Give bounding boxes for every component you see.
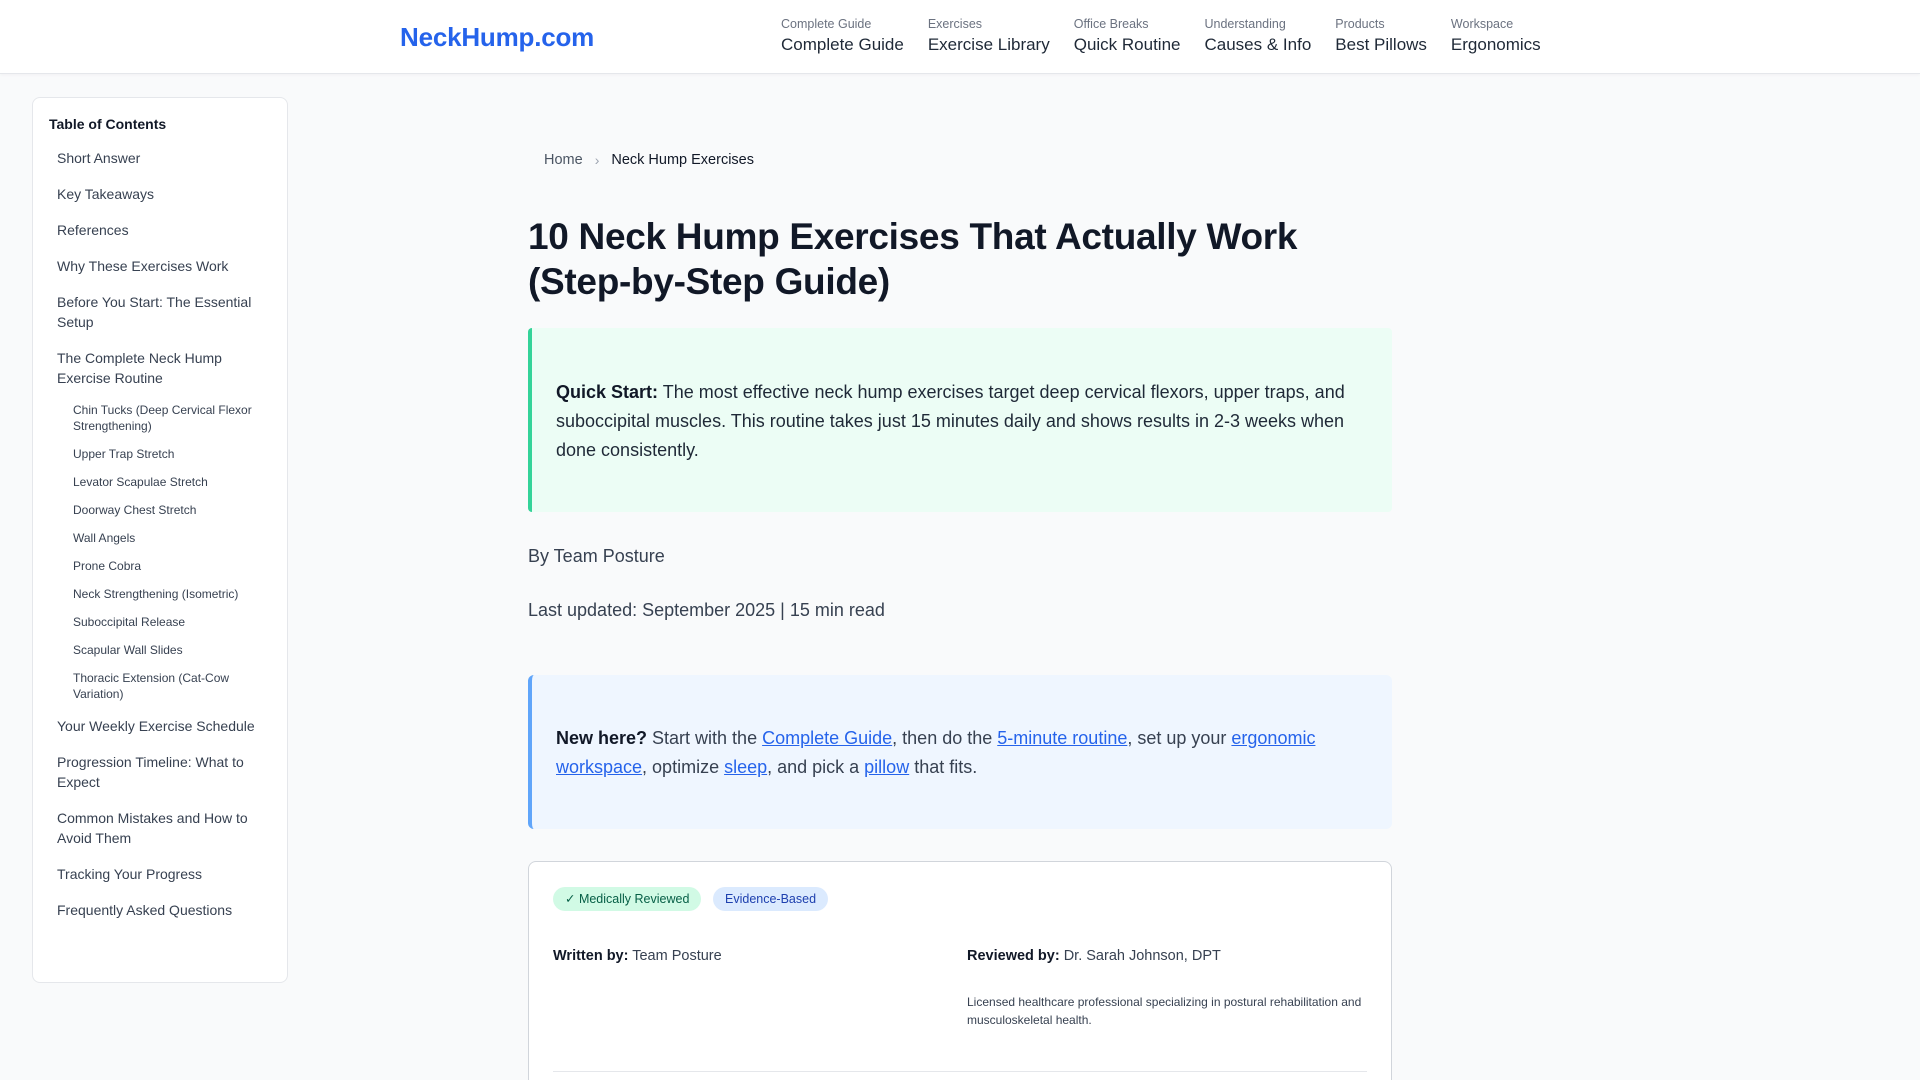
medically-reviewed-badge: ✓ Medically Reviewed [553,887,702,911]
chevron-right-icon: › [594,152,600,168]
nav-label: Exercise Library [927,35,1050,54]
main-nav: Complete Guide Complete Guide Exercises … [781,16,1541,57]
reviewer-description: Licensed healthcare professional special… [967,995,1362,1027]
toc-list: Short Answer Key Takeaways References Wh… [49,142,271,930]
page-title: 10 Neck Hump Exercises That Actually Wor… [528,216,1298,302]
nav-label: Quick Routine [1073,35,1181,54]
toc-subitem-wall-angels[interactable]: Wall Angels [49,526,271,554]
new-here-callout: New here? Start with the Complete Guide,… [528,675,1392,829]
toc-item-references[interactable]: References [49,214,271,250]
nav-label: Ergonomics [1450,35,1541,54]
nav-item-exercise-library[interactable]: Exercises Exercise Library [928,16,1050,57]
toc-item-common-mistakes[interactable]: Common Mistakes and How to Avoid Them [49,802,271,858]
author-byline: By Team Posture [528,546,665,566]
site-logo[interactable]: NeckHump.com [400,22,594,53]
toc-subitem-levator-scapulae[interactable]: Levator Scapulae Stretch [49,470,271,498]
toc-item-key-takeaways[interactable]: Key Takeaways [49,178,271,214]
toc-item-faq[interactable]: Frequently Asked Questions [49,894,271,930]
nav-label: Best Pillows [1335,35,1427,54]
toc-subitem-thoracic-extension[interactable]: Thoracic Extension (Cat-Cow Variation) [49,666,271,710]
evidence-based-badge: Evidence-Based [713,887,829,911]
pillow-link[interactable]: pillow [864,757,909,777]
new-here-text: , then do the [892,728,998,748]
quick-start-text: The most effective neck hump exercises t… [556,382,1345,460]
nav-kicker: Understanding [1204,17,1286,31]
review-card: ✓ Medically Reviewed Evidence-Based Writ… [528,861,1392,1080]
written-by-value: Team Posture [628,948,722,964]
toc-subitem-chin-tucks[interactable]: Chin Tucks (Deep Cervical Flexor Strengt… [49,398,271,442]
toc-subitem-doorway-chest-stretch[interactable]: Doorway Chest Stretch [49,498,271,526]
toc-subitem-neck-strengthening[interactable]: Neck Strengthening (Isometric) [49,582,271,610]
breadcrumb: Home › Neck Hump Exercises [544,152,754,168]
card-divider [553,1071,1367,1072]
breadcrumb-home-link[interactable]: Home [544,152,583,168]
new-here-text: Start with the [647,728,763,748]
toc-subitem-prone-cobra[interactable]: Prone Cobra [49,554,271,582]
nav-kicker: Office Breaks [1073,17,1149,31]
toc-title: Table of Contents [49,116,167,132]
reviewed-by-value: Dr. Sarah Johnson, DPT [1059,948,1221,964]
nav-item-causes-info[interactable]: Understanding Causes & Info [1205,16,1312,57]
complete-guide-link[interactable]: Complete Guide [762,728,892,748]
toc-subitem-suboccipital-release[interactable]: Suboccipital Release [49,610,271,638]
toc-item-progression-timeline[interactable]: Progression Timeline: What to Expect [49,746,271,802]
reviewed-by-label: Reviewed by: [967,948,1060,964]
toc-subitem-scapular-wall-slides[interactable]: Scapular Wall Slides [49,638,271,666]
toc-item-why-exercises-work[interactable]: Why These Exercises Work [49,250,271,286]
new-here-text: , and pick a [767,757,865,777]
toc-item-short-answer[interactable]: Short Answer [49,142,271,178]
last-updated: Last updated: September 2025 | 15 min re… [528,600,885,620]
written-by: Written by: Team Posture [553,948,722,964]
new-here-text: that fits. [909,757,978,777]
nav-label: Causes & Info [1204,35,1312,54]
nav-label: Complete Guide [781,35,904,54]
nav-kicker: Exercises [927,17,983,31]
toc-subitem-upper-trap-stretch[interactable]: Upper Trap Stretch [49,442,271,470]
toc-item-complete-routine[interactable]: The Complete Neck Hump Exercise Routine [49,342,271,398]
table-of-contents: Table of Contents Short Answer Key Takea… [32,97,288,983]
written-by-label: Written by: [553,948,629,964]
nav-kicker: Workspace [1450,17,1514,31]
new-here-text: , set up your [1127,728,1232,748]
nav-item-complete-guide[interactable]: Complete Guide Complete Guide [781,16,904,57]
new-here-label: New here? [556,728,648,748]
new-here-text: , optimize [642,757,725,777]
nav-item-ergonomics[interactable]: Workspace Ergonomics [1451,16,1541,57]
toc-item-weekly-schedule[interactable]: Your Weekly Exercise Schedule [49,710,271,746]
five-minute-routine-link[interactable]: 5-minute routine [997,728,1127,748]
quick-start-label: Quick Start: [556,382,659,402]
toc-item-before-you-start[interactable]: Before You Start: The Essential Setup [49,286,271,342]
nav-item-quick-routine[interactable]: Office Breaks Quick Routine [1074,16,1181,57]
breadcrumb-current: Neck Hump Exercises [611,152,754,168]
nav-kicker: Products [1335,17,1385,31]
quick-start-callout: Quick Start: The most effective neck hum… [528,328,1392,512]
reviewed-by: Reviewed by: Dr. Sarah Johnson, DPT [967,948,1221,964]
toc-item-tracking-progress[interactable]: Tracking Your Progress [49,858,271,894]
site-header: NeckHump.com Complete Guide Complete Gui… [0,0,1920,74]
sleep-link[interactable]: sleep [724,757,767,777]
nav-kicker: Complete Guide [781,17,872,31]
nav-item-best-pillows[interactable]: Products Best Pillows [1335,16,1427,57]
